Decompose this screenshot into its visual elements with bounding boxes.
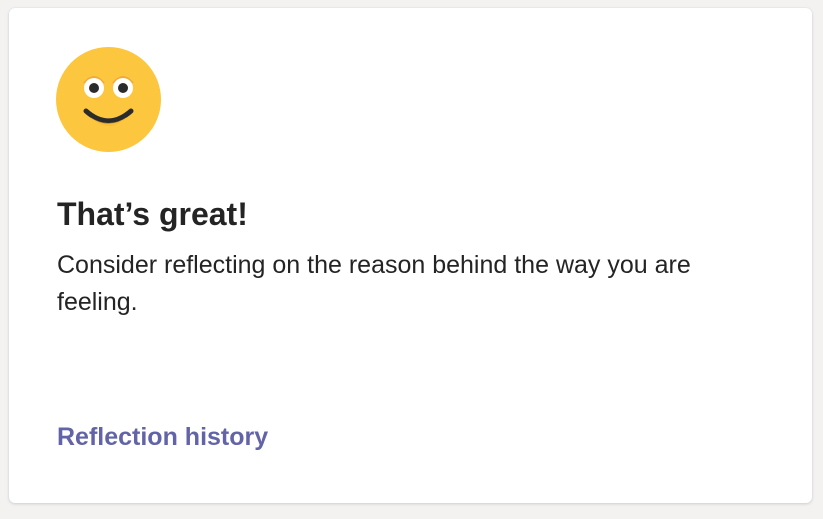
reflection-history-link[interactable]: Reflection history bbox=[57, 420, 268, 454]
reflection-feedback-card: That’s great! Consider reflecting on the… bbox=[9, 8, 812, 503]
smiling-face-icon bbox=[56, 47, 161, 152]
feedback-message: Consider reflecting on the reason behind… bbox=[57, 251, 691, 316]
feedback-title: That’s great! bbox=[57, 196, 248, 232]
